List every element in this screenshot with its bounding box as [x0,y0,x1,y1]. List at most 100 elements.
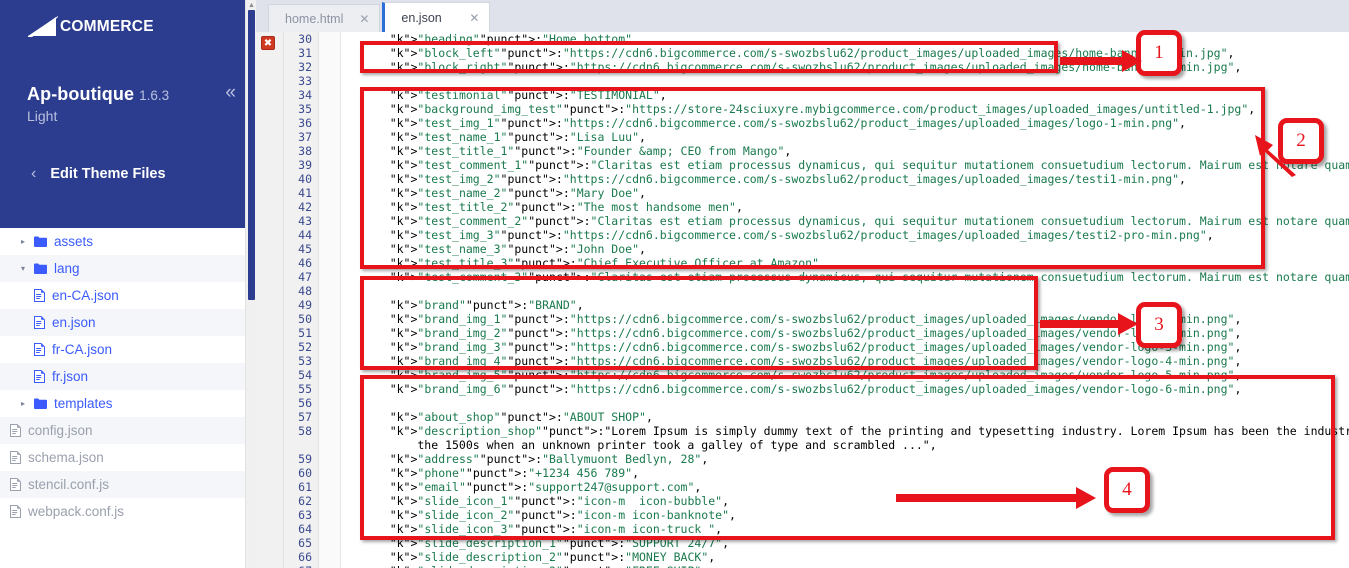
line-number: 62 [298,494,312,508]
line-number: 66 [298,550,312,564]
tree-item-label: stencil.conf.js [28,477,110,492]
code-line[interactable]: "k">"phone""punct">:"+1234 456 789", [341,466,1349,480]
tree-item-lang[interactable]: ▾ lang [0,255,256,282]
code-line[interactable] [341,74,1349,88]
file-tree: ▸ assets ▾ lang en-CA.json en.json fr-CA.json f… [0,228,256,525]
line-number: 58 [298,424,312,438]
tree-item-label: templates [54,396,113,411]
annotation-badge-1: 1 [1136,30,1182,76]
code-line[interactable]: "k">"test_comment_2""punct">:"Claritas e… [341,214,1349,228]
tree-item-fr-ca-json[interactable]: fr-CA.json [0,336,256,363]
code-fold-gutter[interactable] [319,32,341,568]
edit-theme-files-header[interactable]: ‹ Edit Theme Files [0,166,256,183]
code-line[interactable]: "k">"slide_description_1""punct">:"SUPPO… [341,536,1349,550]
bigcommerce-logo[interactable]: COMMERCE [0,0,256,38]
edit-theme-files-label: Edit Theme Files [50,166,166,182]
code-line[interactable]: "k">"slide_icon_2""punct">:"icon-m icon-… [341,508,1349,522]
code-line[interactable]: "k">"brand_img_6""punct">:"https://cdn6.… [341,382,1349,396]
code-line[interactable]: "k">"block_right""punct">:"https://cdn6.… [341,60,1349,74]
file-icon [34,289,45,302]
code-line[interactable]: "k">"address""punct">:"Ballymuont Bedlyn… [341,452,1349,466]
code-line[interactable]: "k">"test_title_3""punct">:"Chief Execut… [341,256,1349,270]
tree-item-templates[interactable]: ▸ templates [0,390,256,417]
code-content[interactable]: "k">"heading""punct">:"Home bottom", "k"… [341,32,1349,568]
editor-tab-en-json[interactable]: en.json ✕ [382,2,491,32]
code-line[interactable] [341,284,1349,298]
collapse-sidebar-icon[interactable]: « [225,83,236,102]
code-line[interactable]: "k">"test_img_3""punct">:"https://cdn6.b… [341,228,1349,242]
tree-item-en-ca-json[interactable]: en-CA.json [0,282,256,309]
code-line[interactable]: "k">"slide_description_2""punct">:"MONEY… [341,550,1349,564]
line-number [284,438,312,452]
editor-tab-bar: home.html ✕ en.json ✕ [256,0,1349,32]
annotation-badge-3: 3 [1136,302,1182,348]
close-tab-icon[interactable]: ✕ [359,12,369,26]
file-icon [10,451,21,464]
line-number: 35 [298,102,312,116]
tree-item-config-json[interactable]: config.json [0,417,256,444]
code-line[interactable]: "k">"block_left""punct">:"https://cdn6.b… [341,46,1349,60]
code-line[interactable]: "k">"test_img_2""punct">:"https://cdn6.b… [341,172,1349,186]
code-line[interactable]: "k">"brand_img_4""punct">:"https://cdn6.… [341,354,1349,368]
folder-icon [34,398,47,409]
code-line[interactable]: "k">"test_name_1""punct">:"Lisa Luu", [341,130,1349,144]
code-line[interactable]: "k">"slide_description_3""punct">:"FREE … [341,564,1349,568]
code-line[interactable]: "k">"background_img_test""punct">:"https… [341,102,1349,116]
sidebar-scrollbar-thumb[interactable] [248,10,255,300]
line-number: 30 [298,32,312,46]
code-line[interactable]: "k">"test_name_2""punct">:"Mary Doe", [341,186,1349,200]
tree-item-label: fr-CA.json [52,342,113,357]
line-number: 55 [298,382,312,396]
tree-item-stencil-conf-js[interactable]: stencil.conf.js [0,471,256,498]
code-line[interactable]: "k">"slide_icon_1""punct">:"icon-m icon-… [341,494,1349,508]
line-number: 40 [298,172,312,186]
line-number: 41 [298,186,312,200]
code-line[interactable]: "k">"description_shop""punct">:"Lorem Ip… [341,424,1349,438]
code-line[interactable]: the 1500s when an unknown printer took a… [341,438,1349,452]
line-number: 61 [298,480,312,494]
code-line[interactable]: "k">"brand_img_2""punct">:"https://cdn6.… [341,326,1349,340]
code-line[interactable]: "k">"slide_icon_3""punct">:"icon-m icon-… [341,522,1349,536]
editor-tab-home-html[interactable]: home.html ✕ [268,4,381,32]
chevron-down-icon[interactable]: ▾ [18,264,28,273]
tree-item-fr-json[interactable]: fr.json [0,363,256,390]
code-area[interactable]: ✖ 30 31 32 33 34 35 36 37 38 39 40 41 42 43 44 45 46 47 48… [256,32,1349,568]
line-number: 63 [298,508,312,522]
code-editor: home.html ✕ en.json ✕ ✖ 30 31 32 33 34 35 36 37 38 3… [256,0,1349,568]
chevron-right-icon[interactable]: ▸ [18,237,28,246]
line-number: 47 [298,270,312,284]
code-line[interactable]: "k">"about_shop""punct">:"ABOUT SHOP", [341,410,1349,424]
line-number: 56 [298,396,312,410]
code-line[interactable]: "k">"brand_img_1""punct">:"https://cdn6.… [341,312,1349,326]
theme-title-row: Ap-boutique 1.6.3 « [0,83,256,105]
code-line[interactable]: "k">"brand_img_5""punct">:"https://cdn6.… [341,368,1349,382]
code-line[interactable]: "k">"email""punct">:"support247@support.… [341,480,1349,494]
editor-tab-label: home.html [285,11,344,26]
code-line[interactable]: "k">"test_title_2""punct">:"The most han… [341,200,1349,214]
error-marker-icon[interactable]: ✖ [261,36,275,50]
scroll-up-arrow-icon[interactable]: ▲ [247,1,256,10]
code-line[interactable]: "k">"heading""punct">:"Home bottom", [341,32,1349,46]
tree-item-en-json[interactable]: en.json [0,309,256,336]
code-line[interactable]: "k">"test_img_1""punct">:"https://cdn6.b… [341,116,1349,130]
chevron-right-icon[interactable]: ▸ [18,399,28,408]
line-number: 51 [298,326,312,340]
tree-item-webpack-conf-js[interactable]: webpack.conf.js [0,498,256,525]
sidebar-scrollbar[interactable]: ▲ [245,0,256,568]
code-line[interactable]: "k">"test_comment_3""punct">:"Claritas e… [341,270,1349,284]
tree-item-assets[interactable]: ▸ assets [0,228,256,255]
tree-item-schema-json[interactable]: schema.json [0,444,256,471]
code-line[interactable]: "k">"brand_img_3""punct">:"https://cdn6.… [341,340,1349,354]
code-line[interactable]: "k">"test_comment_1""punct">:"Claritas e… [341,158,1349,172]
code-line[interactable]: "k">"test_name_3""punct">:"John Doe", [341,242,1349,256]
close-tab-icon[interactable]: ✕ [469,11,479,25]
tree-item-label: lang [54,261,80,276]
code-line[interactable] [341,396,1349,410]
code-line[interactable]: "k">"brand""punct">:"BRAND", [341,298,1349,312]
code-line[interactable]: "k">"testimonial""punct">:"TESTIMONIAL", [341,88,1349,102]
file-icon [10,424,21,437]
line-number: 67 [284,564,312,568]
chevron-left-icon[interactable]: ‹ [31,166,36,182]
line-number: 42 [298,200,312,214]
code-line[interactable]: "k">"test_title_1""punct">:"Founder &amp… [341,144,1349,158]
